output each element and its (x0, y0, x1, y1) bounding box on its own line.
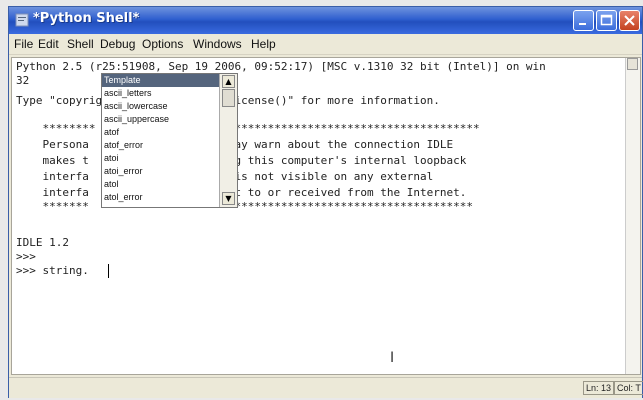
text-cursor (108, 264, 109, 278)
menu-edit[interactable]: Edit (38, 37, 59, 51)
autocomplete-item[interactable]: atoi_error (102, 165, 220, 178)
autocomplete-item[interactable]: Template (102, 74, 220, 87)
menu-shell[interactable]: Shell (67, 37, 94, 51)
maximize-button[interactable] (596, 10, 617, 31)
autocomplete-item[interactable]: atoi (102, 152, 220, 165)
autocomplete-scrollbar[interactable]: ▲ ▼ (219, 74, 237, 207)
shell-line: makes t sing this computer's internal lo… (16, 154, 467, 167)
autocomplete-item[interactable]: ascii_uppercase (102, 113, 220, 126)
autocomplete-item[interactable]: ascii_letters (102, 87, 220, 100)
title-bar[interactable]: *Python Shell* (9, 7, 642, 34)
ibeam-cursor-icon: I (390, 350, 395, 366)
close-icon (624, 15, 635, 26)
menu-bar: File Edit Shell Debug Options Windows He… (9, 34, 642, 55)
menu-help[interactable]: Help (251, 37, 276, 51)
vertical-scrollbar[interactable] (625, 58, 640, 374)
autocomplete-popup[interactable]: Template ascii_letters ascii_lowercase asci… (101, 73, 238, 208)
window-title: *Python Shell* (33, 11, 140, 26)
shell-line: ******** *******************************… (16, 122, 480, 135)
scrollbar-thumb[interactable] (627, 58, 638, 70)
close-button[interactable] (619, 10, 640, 31)
autocomplete-item[interactable]: atol (102, 178, 220, 191)
menu-windows[interactable]: Windows (193, 37, 242, 51)
shell-prompt: >>> (16, 250, 36, 263)
shell-line: IDLE 1.2 (16, 236, 69, 249)
shell-line: interfa sent to or received from the Int… (16, 186, 467, 199)
shell-line: ******* ********************************… (16, 200, 473, 213)
autocomplete-item[interactable]: ascii_lowercase (102, 100, 220, 113)
menu-debug[interactable]: Debug (100, 37, 135, 51)
menu-file[interactable]: File (14, 37, 33, 51)
shell-input-line: >>> string. (16, 264, 89, 277)
menu-options[interactable]: Options (142, 37, 183, 51)
minimize-button[interactable] (573, 10, 594, 31)
autocomplete-item[interactable]: atol_error (102, 191, 220, 204)
idle-app-icon (15, 13, 29, 27)
maximize-icon (600, 14, 613, 26)
status-line-number: Ln: 13 (583, 381, 615, 395)
scroll-down-icon[interactable]: ▼ (222, 192, 235, 205)
status-bar: Ln: 13 Col: T (9, 377, 643, 398)
autocomplete-item[interactable]: atof_error (102, 139, 220, 152)
autocomplete-list[interactable]: Template ascii_letters ascii_lowercase asci… (102, 74, 220, 207)
status-column-number: Col: T (614, 381, 643, 395)
minimize-icon (579, 23, 586, 25)
scroll-up-icon[interactable]: ▲ (222, 75, 235, 88)
python-shell-window: *Python Shell* File Edit Shell Debug Opt… (8, 6, 643, 398)
autocomplete-item[interactable]: atof (102, 126, 220, 139)
shell-line: 32 (16, 74, 30, 87)
autocomplete-scroll-thumb[interactable] (222, 89, 235, 107)
shell-line: Python 2.5 (r25:51908, Sep 19 2006, 09:5… (16, 60, 546, 73)
